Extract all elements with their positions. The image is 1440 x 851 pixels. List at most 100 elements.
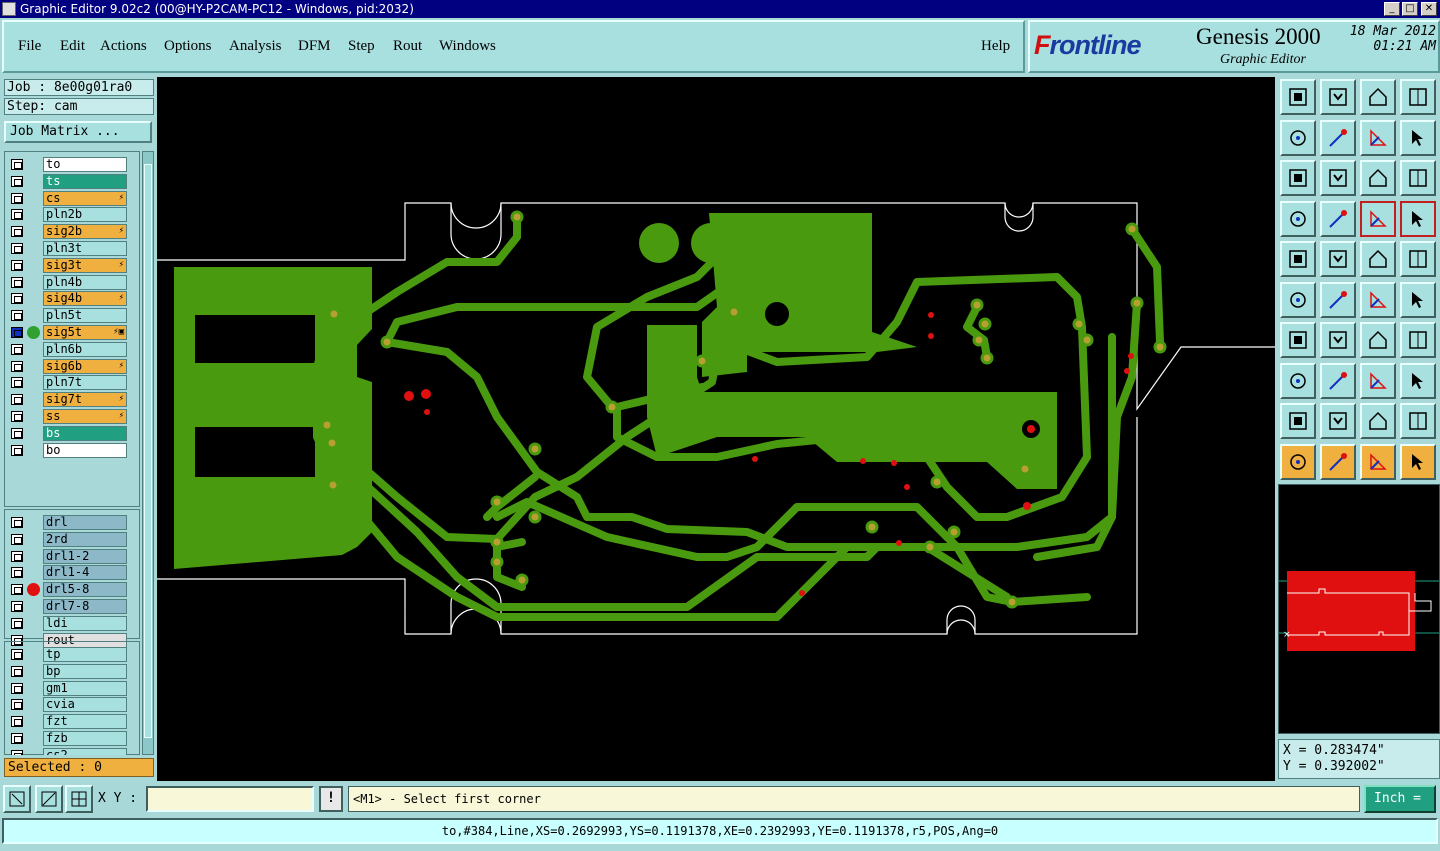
layer-row-bs[interactable]: bs: [9, 425, 137, 441]
mirror-button[interactable]: [1400, 322, 1436, 358]
line-blue-button[interactable]: [1320, 322, 1356, 358]
layer-name[interactable]: fzb: [43, 731, 127, 746]
layer-name[interactable]: cvia: [43, 697, 127, 713]
layer-name[interactable]: drl1-2: [43, 548, 127, 564]
menu-options[interactable]: Options: [164, 38, 212, 55]
home-top-button[interactable]: [1280, 79, 1316, 115]
pan-left-button[interactable]: [1280, 119, 1316, 156]
layer-checkbox[interactable]: [11, 649, 23, 660]
scroll-thumb[interactable]: [144, 164, 152, 738]
layer-name[interactable]: bs: [43, 425, 127, 441]
menu-actions[interactable]: Actions: [100, 38, 147, 55]
s-curve-button[interactable]: [1400, 119, 1436, 156]
triangle-c-button[interactable]: [1400, 403, 1436, 439]
zoom-fit-button[interactable]: [1280, 160, 1316, 196]
grid-snap-button[interactable]: [65, 785, 93, 813]
layer-row-drl[interactable]: drl: [9, 515, 137, 530]
layer-checkbox[interactable]: [11, 175, 23, 187]
layer-name[interactable]: sig2b ⚡: [43, 224, 127, 240]
edit-outline-button[interactable]: [1320, 241, 1356, 277]
help-button[interactable]: [1400, 160, 1436, 196]
layer-row-to[interactable]: to: [9, 157, 137, 172]
layer-row-sig7t[interactable]: sig7t ⚡: [9, 392, 137, 408]
wrench-button[interactable]: [1280, 200, 1316, 237]
layer-checkbox[interactable]: [11, 243, 23, 254]
layer-checkbox[interactable]: [11, 226, 23, 238]
layer-row-ldi[interactable]: ldi: [9, 615, 137, 631]
zoom-box-button[interactable]: [3, 785, 31, 813]
redraw-button[interactable]: [1360, 119, 1396, 156]
window-button[interactable]: [1400, 79, 1436, 115]
layer-name[interactable]: 2rd: [43, 531, 127, 547]
layer-row-bp[interactable]: bp: [9, 663, 137, 679]
minimap[interactable]: ×: [1278, 484, 1440, 734]
layer-name[interactable]: pln5t: [43, 308, 127, 324]
layer-checkbox[interactable]: [11, 293, 23, 305]
measure-button[interactable]: [35, 785, 63, 813]
xy-input[interactable]: [146, 786, 314, 812]
layer-row-gm1[interactable]: gm1: [9, 680, 137, 696]
layer-checkbox[interactable]: [11, 665, 23, 677]
layer-row-drl7-8[interactable]: drl7-8: [9, 599, 137, 614]
angle-button[interactable]: [1280, 322, 1316, 358]
layer-name[interactable]: to: [43, 157, 127, 172]
layer-checkbox[interactable]: [11, 327, 23, 338]
layer-row-sig4b[interactable]: sig4b ⚡: [9, 291, 137, 307]
layer-checkbox[interactable]: [11, 343, 23, 355]
layer-checkbox[interactable]: [11, 550, 23, 562]
layer-row-drl1-2[interactable]: drl1-2: [9, 548, 137, 564]
route-button[interactable]: [1400, 443, 1436, 480]
unit-selector[interactable]: Inch =: [1364, 785, 1436, 813]
net-red2-button[interactable]: [1400, 200, 1436, 237]
layer-row-cvia[interactable]: cvia: [9, 697, 137, 713]
pointer-box-button[interactable]: [1320, 443, 1356, 480]
menu-edit[interactable]: Edit: [60, 38, 85, 55]
cross-button[interactable]: [1320, 281, 1356, 318]
layer-name[interactable]: tp: [43, 647, 127, 662]
layer-checkbox[interactable]: [11, 411, 23, 422]
menu-windows[interactable]: Windows: [439, 38, 496, 55]
layer-row-tp[interactable]: tp: [9, 647, 137, 662]
menu-rout[interactable]: Rout: [393, 38, 422, 55]
line-dot-button[interactable]: [1360, 281, 1396, 318]
triangle-b-button[interactable]: [1360, 403, 1396, 439]
grid-button[interactable]: [1320, 200, 1356, 237]
layer-row-pln3t[interactable]: pln3t: [9, 241, 137, 256]
layer-name[interactable]: pln3t: [43, 241, 127, 256]
layer-name[interactable]: ts: [43, 173, 127, 189]
layer-name[interactable]: drl7-8: [43, 599, 127, 614]
layer-row-pln5t[interactable]: pln5t: [9, 308, 137, 324]
layer-checkbox[interactable]: [11, 733, 23, 744]
rotate-button[interactable]: [1360, 322, 1396, 358]
layer-row-fzb[interactable]: fzb: [9, 731, 137, 746]
layer-checkbox[interactable]: [11, 567, 23, 579]
layer-name[interactable]: pln6b: [43, 341, 127, 357]
triangle-a-button[interactable]: [1320, 403, 1356, 439]
scale-1-2-button[interactable]: [1360, 160, 1396, 196]
layer-checkbox[interactable]: [11, 716, 23, 728]
layer-row-sig6b[interactable]: sig6b ⚡: [9, 358, 137, 374]
shapes-button[interactable]: [1400, 362, 1436, 399]
menu-step[interactable]: Step: [348, 38, 375, 55]
layer-checkbox[interactable]: [11, 584, 23, 596]
layer-checkbox[interactable]: [11, 276, 23, 288]
point-button[interactable]: [1280, 362, 1316, 399]
alert-button[interactable]: !: [319, 786, 343, 812]
layer-name[interactable]: sig7t ⚡: [43, 392, 127, 408]
layer-checkbox[interactable]: [11, 444, 23, 456]
layer-name[interactable]: drl: [43, 515, 127, 530]
pointer-box2-button[interactable]: [1360, 443, 1396, 480]
layer-name[interactable]: bo: [43, 442, 127, 458]
dash-button[interactable]: [1320, 362, 1356, 399]
layer-name[interactable]: pln7t: [43, 375, 127, 391]
layer-row-pln2b[interactable]: pln2b: [9, 207, 137, 223]
pan-right-button[interactable]: [1320, 119, 1356, 156]
layer-checkbox[interactable]: [11, 259, 23, 271]
maximize-button[interactable]: □: [1402, 2, 1418, 16]
layer-name[interactable]: cs ⚡: [43, 190, 127, 206]
layer-row-drl1-4[interactable]: drl1-4: [9, 565, 137, 581]
layer-name[interactable]: drl5-8: [43, 582, 127, 598]
layer-checkbox[interactable]: [11, 699, 23, 711]
measure-button[interactable]: [1360, 362, 1396, 399]
layer-checkbox[interactable]: [11, 617, 23, 629]
